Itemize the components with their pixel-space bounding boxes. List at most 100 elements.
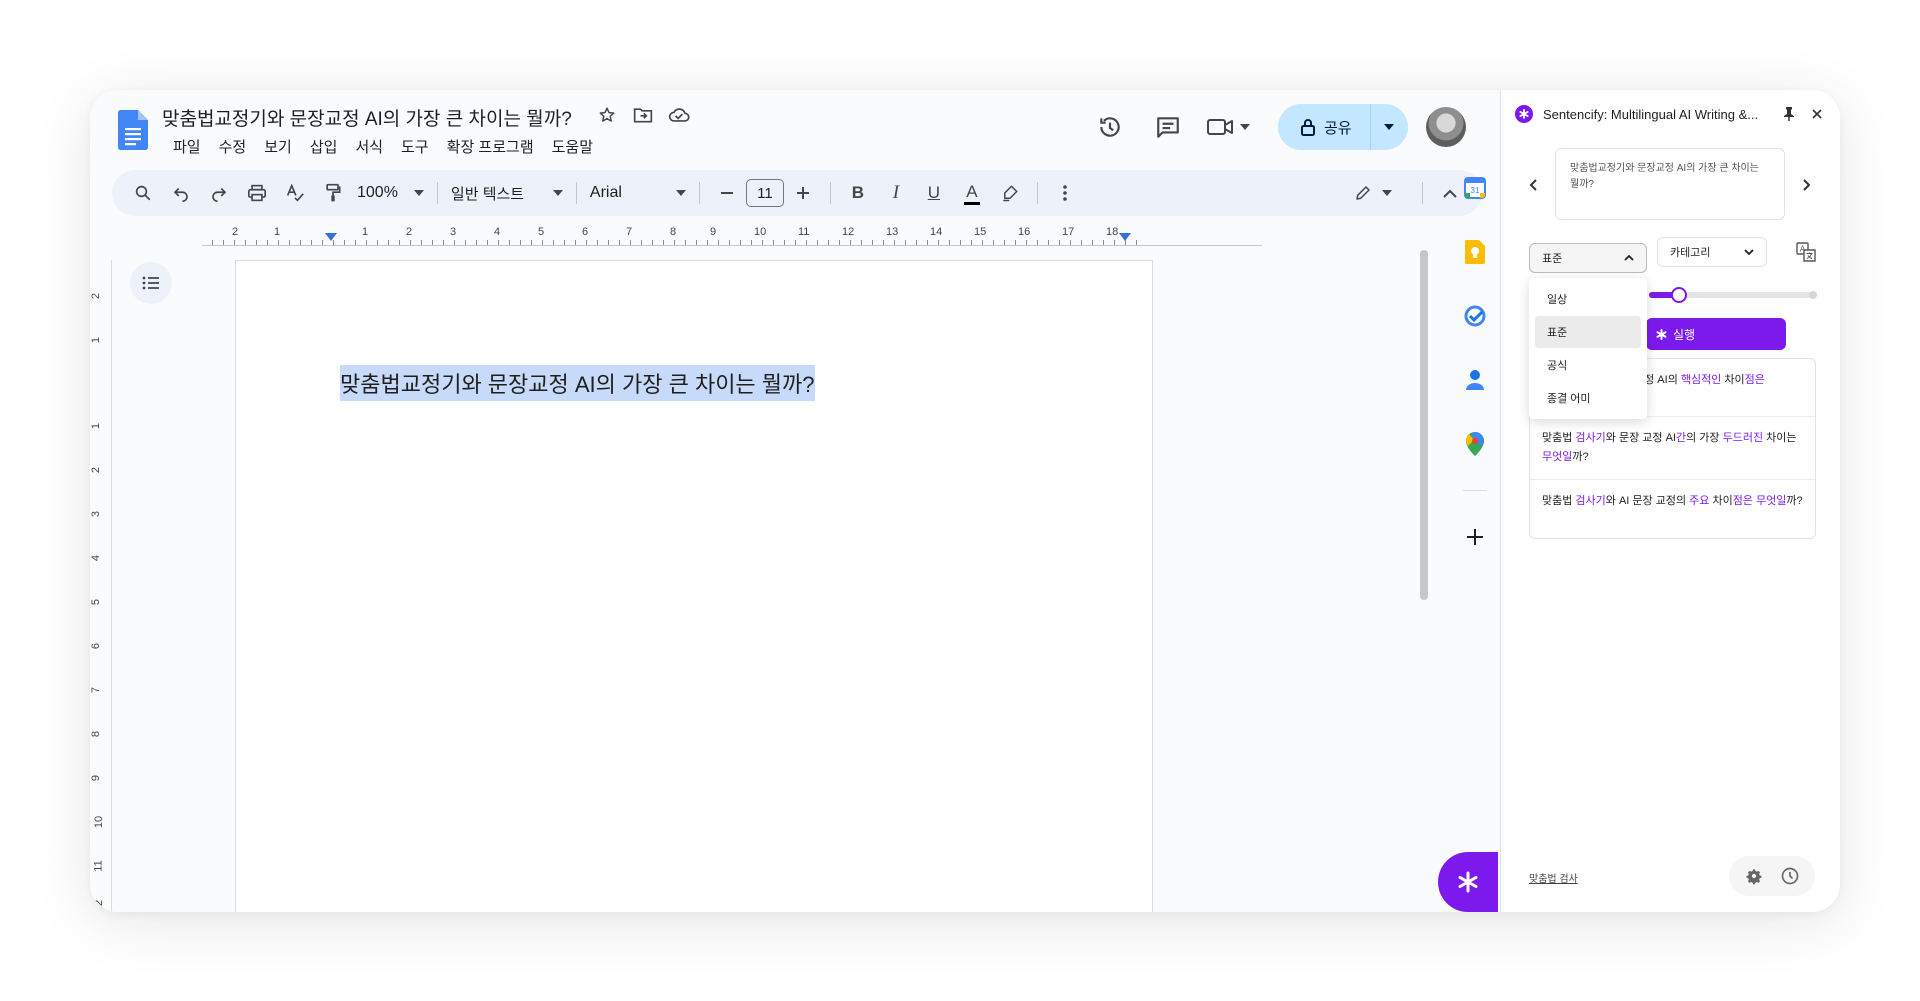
rewrite-strength-slider[interactable]: [1649, 287, 1817, 303]
translate-icon[interactable]: A: [1796, 242, 1816, 262]
ruler-label: 2: [406, 226, 413, 238]
menu-format[interactable]: 서식: [346, 134, 392, 159]
comments-icon[interactable]: [1148, 107, 1188, 147]
ruler-tick: [344, 240, 345, 245]
style-option-formal[interactable]: 공식: [1535, 349, 1641, 381]
ruler-tick: [476, 240, 477, 245]
spellcheck-icon[interactable]: [281, 178, 309, 208]
ruler-tick: [674, 240, 675, 245]
zoom-select[interactable]: 100%: [357, 178, 424, 208]
docs-logo-icon[interactable]: [118, 110, 148, 150]
menu-view[interactable]: 보기: [255, 134, 301, 159]
run-button[interactable]: 실행: [1646, 318, 1786, 350]
paint-format-icon[interactable]: [319, 178, 347, 208]
search-icon[interactable]: [129, 178, 157, 208]
contacts-icon[interactable]: [1457, 362, 1493, 398]
ruler-tick: [641, 240, 642, 245]
category-select-value: 카테고리: [1670, 247, 1711, 259]
add-addon-icon[interactable]: [1457, 519, 1493, 555]
menu-extensions[interactable]: 확장 프로그램: [438, 134, 543, 159]
star-icon[interactable]: [596, 104, 618, 126]
suggestion-item[interactable]: 맞춤법 검사기와 AI 문장 교정의 주요 차이점은 무엇일까?: [1530, 480, 1815, 538]
document-outline-button[interactable]: [130, 262, 172, 304]
share-options-button[interactable]: [1369, 104, 1408, 150]
ruler-tick: [520, 240, 521, 245]
vertical-scrollbar[interactable]: [1420, 250, 1428, 600]
ruler-tick: [333, 240, 334, 245]
settings-gear-icon[interactable]: [1744, 866, 1764, 886]
version-history-icon[interactable]: [1090, 107, 1130, 147]
decrease-font-size-button[interactable]: [713, 178, 741, 208]
ruler-tick: [531, 240, 532, 245]
print-icon[interactable]: [243, 178, 271, 208]
ruler-tick: [993, 240, 994, 245]
changed-word: 검사기: [1575, 495, 1606, 507]
vertical-ruler[interactable]: 2 1 1 2 3 4 5 6 7 8 9 10 11 12: [90, 260, 112, 912]
move-folder-icon[interactable]: [632, 104, 654, 126]
sentencify-launcher-button[interactable]: [1438, 852, 1498, 912]
highlight-icon[interactable]: [996, 178, 1024, 208]
suggestion-item[interactable]: 맞춤법 검사기와 문장 교정 AI간의 가장 두드러진 차이는 무엇일까?: [1530, 417, 1815, 480]
pin-icon[interactable]: [1779, 107, 1799, 121]
ruler-label: 3: [90, 510, 103, 518]
menu-tools[interactable]: 도구: [392, 134, 438, 159]
style-option-standard[interactable]: 표준: [1535, 316, 1641, 348]
next-sentence-button[interactable]: [1797, 170, 1817, 200]
tasks-icon[interactable]: [1457, 298, 1493, 334]
meet-button[interactable]: [1206, 116, 1250, 138]
source-sentence-box[interactable]: 맞춤법교정기와 문장교정 AI의 가장 큰 차이는 뭘까?: [1555, 148, 1785, 220]
zoom-value: 100%: [357, 184, 398, 201]
menu-insert[interactable]: 삽입: [301, 134, 347, 159]
left-indent-marker[interactable]: [325, 233, 337, 241]
style-select[interactable]: 표준: [1529, 243, 1647, 273]
ruler-tick: [828, 240, 829, 245]
style-option-casual[interactable]: 일상: [1535, 283, 1641, 315]
font-family-select[interactable]: Arial: [590, 178, 686, 208]
ruler-tick: [1103, 240, 1104, 245]
document-page[interactable]: 맞춤법교정기와 문장교정 AI의 가장 큰 차이는 뭘까?: [235, 260, 1153, 912]
ruler-tick: [322, 240, 323, 245]
keep-icon[interactable]: [1457, 234, 1493, 270]
ruler-tick: [883, 240, 884, 245]
ruler-tick: [729, 240, 730, 245]
category-select[interactable]: 카테고리: [1657, 237, 1767, 267]
editing-mode-select[interactable]: [1354, 178, 1392, 208]
slider-handle[interactable]: [1671, 287, 1687, 303]
previous-sentence-button[interactable]: [1523, 170, 1543, 200]
share-label: 공유: [1324, 119, 1352, 137]
history-clock-icon[interactable]: [1780, 866, 1800, 886]
selected-paragraph[interactable]: 맞춤법교정기와 문장교정 AI의 가장 큰 차이는 뭘까?: [340, 365, 815, 401]
horizontal-ruler[interactable]: 2 1 1 2 3 4 5 6 7 8 9 10 11 12 13 14 15 …: [202, 224, 1262, 246]
menu-help[interactable]: 도움말: [543, 134, 602, 159]
ruler-tick: [399, 240, 400, 245]
avatar[interactable]: [1425, 107, 1466, 147]
sentencify-panel: Sentencify: Multilingual AI Writing &...…: [1500, 90, 1840, 912]
redo-icon[interactable]: [205, 178, 233, 208]
italic-button[interactable]: I: [882, 178, 910, 208]
ruler-tick: [762, 240, 763, 245]
increase-font-size-button[interactable]: [789, 178, 817, 208]
spellcheck-link[interactable]: 맞춤법 검사: [1529, 870, 1578, 885]
toolbar-divider: [1422, 182, 1423, 204]
style-option-ending[interactable]: 종결 어미: [1535, 382, 1641, 414]
text-color-button[interactable]: A: [958, 178, 986, 208]
ruler-tick: [740, 240, 741, 245]
close-icon[interactable]: [1807, 109, 1827, 119]
paragraph-style-select[interactable]: 일반 텍스트: [451, 178, 563, 208]
menu-edit[interactable]: 수정: [210, 134, 256, 159]
undo-icon[interactable]: [167, 178, 195, 208]
ruler-tick: [234, 240, 235, 245]
cloud-saved-icon[interactable]: [668, 104, 690, 126]
maps-icon[interactable]: [1457, 426, 1493, 462]
bold-button[interactable]: B: [844, 178, 872, 208]
toolbar-divider: [436, 182, 438, 204]
share-button[interactable]: 공유: [1278, 104, 1370, 150]
menu-file[interactable]: 파일: [164, 134, 210, 159]
calendar-icon[interactable]: 31: [1457, 170, 1493, 206]
video-camera-icon: [1207, 119, 1233, 135]
ruler-tick: [278, 240, 279, 245]
underline-button[interactable]: U: [920, 178, 948, 208]
document-title[interactable]: 맞춤법교정기와 문장교정 AI의 가장 큰 차이는 뭘까?: [162, 104, 572, 131]
more-options-icon[interactable]: [1051, 178, 1079, 208]
font-size-input[interactable]: 11: [745, 179, 784, 207]
